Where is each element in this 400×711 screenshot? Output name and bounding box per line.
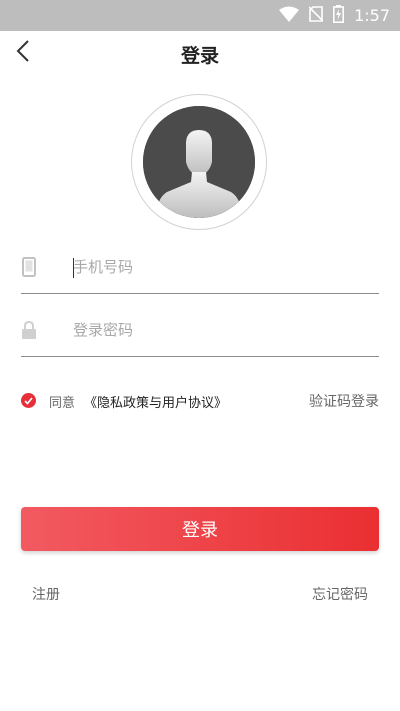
agree-label: 同意	[49, 396, 76, 411]
forgot-password-link[interactable]: 忘记密码	[312, 584, 368, 604]
status-bar: 1:57	[0, 0, 400, 31]
password-input[interactable]	[73, 316, 363, 344]
header: 登录	[0, 31, 400, 75]
status-time: 1:57	[354, 6, 390, 25]
phone-input[interactable]	[73, 253, 363, 281]
login-button[interactable]: 登录	[21, 507, 379, 551]
register-link[interactable]: 注册	[32, 584, 60, 604]
phone-icon	[21, 256, 37, 278]
code-login-link[interactable]: 验证码登录	[309, 391, 379, 411]
wifi-icon	[279, 6, 300, 26]
phone-field	[21, 243, 379, 294]
lock-icon	[21, 319, 37, 341]
privacy-policy-link[interactable]: 《隐私政策与用户协议》	[84, 392, 227, 411]
agreement-checkbox[interactable]	[21, 393, 36, 408]
battery-charging-icon	[333, 4, 345, 27]
status-icons: 1:57	[279, 0, 390, 31]
avatar-ring	[131, 94, 267, 230]
agreement-row: 同意 《隐私政策与用户协议》 验证码登录	[21, 390, 379, 412]
page-title: 登录	[180, 45, 219, 67]
avatar	[143, 106, 255, 218]
text-caret	[73, 258, 74, 278]
password-field	[21, 306, 379, 357]
default-user-avatar-icon	[143, 106, 255, 218]
checkmark-icon	[24, 396, 33, 405]
no-sim-icon	[308, 5, 324, 26]
